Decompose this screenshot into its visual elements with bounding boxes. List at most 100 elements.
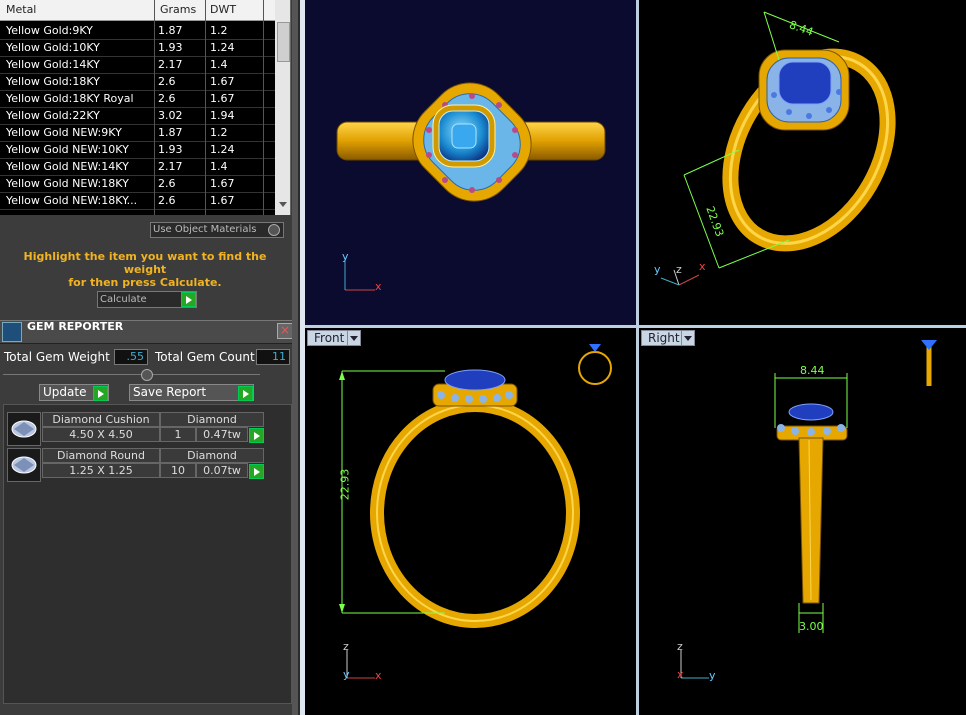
axis-x-label: x bbox=[375, 280, 382, 293]
dimension-width: 8.44 bbox=[800, 364, 825, 377]
column-grams[interactable]: Grams bbox=[160, 3, 196, 16]
table-row[interactable]: Yellow Gold NEW:14KY 2.17 1.4 bbox=[0, 158, 275, 176]
total-gem-weight-label: Total Gem Weight bbox=[4, 350, 110, 364]
use-object-materials-radio[interactable] bbox=[268, 224, 280, 236]
viewport-border-center[interactable] bbox=[636, 0, 639, 715]
splitter-handle[interactable] bbox=[141, 369, 153, 381]
save-report-button[interactable]: Save Report bbox=[129, 384, 254, 401]
metal-cell: Yellow Gold NEW:9KY bbox=[6, 126, 122, 139]
axis-z-label: z bbox=[676, 263, 682, 276]
gem-cushion-thumbnail[interactable] bbox=[7, 412, 41, 446]
dwt-cell: 1.2 bbox=[210, 126, 228, 139]
metal-cell: Yellow Gold:18KY bbox=[6, 75, 100, 88]
gem-round-thumbnail[interactable] bbox=[7, 448, 41, 482]
axis-z-label: z bbox=[343, 640, 349, 653]
chevron-down-icon[interactable] bbox=[681, 331, 694, 345]
metal-cell: Yellow Gold NEW:10KY bbox=[6, 143, 129, 156]
divider bbox=[3, 374, 260, 375]
front-view-dropdown[interactable]: Front bbox=[307, 330, 361, 346]
column-metal[interactable]: Metal bbox=[6, 3, 36, 16]
gem-count: 10 bbox=[160, 463, 196, 478]
viewport-border-middle[interactable] bbox=[305, 325, 966, 328]
column-dwt[interactable]: DWT bbox=[210, 3, 236, 16]
gem-count: 1 bbox=[160, 427, 196, 442]
viewport-border-left bbox=[300, 0, 305, 715]
axis-y-label: y bbox=[709, 669, 716, 682]
dwt-cell: 1.24 bbox=[210, 41, 235, 54]
gem-size: 4.50 X 4.50 bbox=[42, 427, 160, 442]
grams-cell: 2.17 bbox=[158, 58, 183, 71]
table-row[interactable]: Yellow Gold:10KY 1.93 1.24 bbox=[0, 39, 275, 57]
table-row[interactable]: Yellow Gold NEW:9KY 1.87 1.2 bbox=[0, 124, 275, 142]
metal-cell: Yellow Gold NEW:18KY... bbox=[6, 194, 138, 207]
axis-y-label: y bbox=[654, 263, 661, 276]
dimension-height: 22.93 bbox=[338, 468, 352, 501]
grams-cell: 3.02 bbox=[158, 109, 183, 122]
chevron-down-icon[interactable] bbox=[347, 331, 360, 345]
metal-cell: Yellow Gold:10KY bbox=[6, 41, 100, 54]
close-icon[interactable]: × bbox=[277, 323, 293, 339]
right-view-dropdown[interactable]: Right bbox=[641, 330, 695, 346]
metal-cell: Yellow Gold NEW:14KY bbox=[6, 160, 129, 173]
axis-x-label: x bbox=[699, 260, 706, 273]
metal-cell: Yellow Gold:22KY bbox=[6, 109, 100, 122]
table-row[interactable]: Yellow Gold:18KY 2.6 1.67 bbox=[0, 73, 275, 91]
dwt-cell: 1.67 bbox=[210, 92, 235, 105]
calculate-play-icon[interactable] bbox=[181, 292, 196, 307]
dwt-cell: 1.67 bbox=[210, 177, 235, 190]
metal-cell: Yellow Gold:9KY bbox=[6, 24, 93, 37]
table-row[interactable]: Yellow Gold NEW:18KY... 2.6 1.67 bbox=[0, 192, 275, 210]
gem-select-play-icon[interactable] bbox=[249, 428, 264, 443]
grams-cell: 2.17 bbox=[158, 160, 183, 173]
grams-cell: 1.93 bbox=[158, 41, 183, 54]
table-row[interactable]: Yellow Gold:9KY 1.87 1.2 bbox=[0, 22, 275, 40]
table-row[interactable]: Yellow Gold NEW:10KY 1.93 1.24 bbox=[0, 141, 275, 159]
table-row[interactable]: Yellow Gold:14KY 2.17 1.4 bbox=[0, 56, 275, 74]
ring-front-view bbox=[339, 344, 612, 679]
axis-x-label: x bbox=[677, 668, 684, 681]
right-view-label: Right bbox=[648, 331, 680, 345]
viewport-top[interactable]: x y bbox=[305, 0, 636, 325]
update-label: Update bbox=[43, 385, 87, 399]
update-play-icon[interactable] bbox=[93, 386, 108, 401]
dwt-cell: 1.94 bbox=[210, 109, 235, 122]
gem-name: Diamond Cushion bbox=[42, 412, 160, 427]
gem-reporter-icon bbox=[2, 322, 22, 342]
scrollbar-thumb[interactable] bbox=[277, 22, 290, 62]
gem-material: Diamond bbox=[160, 448, 264, 463]
gem-weight: 0.07tw bbox=[196, 463, 248, 478]
ring-top-view bbox=[336, 82, 606, 291]
save-report-label: Save Report bbox=[133, 385, 207, 399]
grams-cell: 2.6 bbox=[158, 75, 176, 88]
total-gem-weight-value: .55 bbox=[114, 349, 148, 365]
hint-line-1: Highlight the item you want to find the … bbox=[23, 250, 267, 276]
calculate-button[interactable]: Calculate bbox=[97, 291, 197, 308]
gem-name: Diamond Round bbox=[42, 448, 160, 463]
metal-cell: Yellow Gold NEW:18KY bbox=[6, 177, 129, 190]
table-row[interactable]: Yellow Gold:18KY Royal 2.6 1.67 bbox=[0, 90, 275, 108]
metal-cell: Yellow Gold:18KY Royal bbox=[6, 92, 134, 105]
calculate-hint: Highlight the item you want to find the … bbox=[10, 250, 280, 289]
save-report-play-icon[interactable] bbox=[238, 386, 253, 401]
gem-weight: 0.47tw bbox=[196, 427, 248, 442]
dwt-cell: 1.4 bbox=[210, 160, 228, 173]
viewport-perspective[interactable]: 8.44 22.93 x z y bbox=[639, 0, 966, 325]
table-row[interactable]: Yellow Gold NEW:18KY 2.6 1.67 bbox=[0, 175, 275, 193]
use-object-materials-button[interactable]: Use Object Materials bbox=[150, 222, 284, 238]
scroll-down-icon[interactable] bbox=[279, 202, 287, 207]
gem-list: Diamond Cushion Diamond 4.50 X 4.50 1 0.… bbox=[3, 404, 292, 704]
viewport-front[interactable]: Front 22.93 x z y bbox=[305, 328, 636, 715]
dwt-cell: 1.67 bbox=[210, 194, 235, 207]
grams-cell: 2.6 bbox=[158, 177, 176, 190]
dwt-cell: 1.2 bbox=[210, 24, 228, 37]
panel-splitter[interactable] bbox=[292, 0, 298, 715]
table-row[interactable]: Yellow Gold:22KY 3.02 1.94 bbox=[0, 107, 275, 125]
grams-cell: 1.87 bbox=[158, 126, 183, 139]
axis-y-label: y bbox=[342, 250, 349, 263]
gem-select-play-icon[interactable] bbox=[249, 464, 264, 479]
grams-cell: 2.6 bbox=[158, 92, 176, 105]
gem-reporter-title: GEM REPORTER bbox=[27, 320, 124, 333]
front-view-label: Front bbox=[314, 331, 345, 345]
metal-weight-table[interactable]: Metal Grams DWT Yellow Gold:9KY 1.87 1.2 Ye… bbox=[0, 0, 291, 215]
viewport-right[interactable]: Right 8.44 3.00 y z x bbox=[639, 328, 966, 715]
